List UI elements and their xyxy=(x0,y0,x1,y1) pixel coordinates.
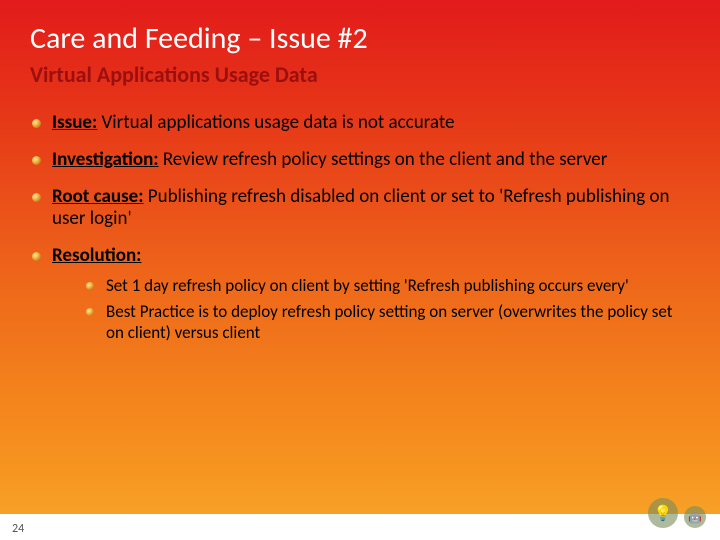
bullet-text: Publishing refresh disabled on client or… xyxy=(52,185,670,231)
corner-icons: 💡 🤖 xyxy=(648,498,706,528)
slide-title: Care and Feeding – Issue #2 xyxy=(30,20,690,57)
bottom-bar: 24 xyxy=(0,514,720,540)
bullet-label: Investigation: xyxy=(52,148,159,171)
sub-bullet-list: Set 1 day refresh policy on client by se… xyxy=(86,276,690,343)
bullet-resolution: Resolution: Set 1 day refresh policy on … xyxy=(30,245,690,343)
bullet-investigation: Investigation: Review refresh policy set… xyxy=(30,149,690,172)
bullet-label: Root cause: xyxy=(52,185,143,208)
robot-icon: 🤖 xyxy=(684,506,706,528)
page-number: 24 xyxy=(12,522,24,536)
bullet-root-cause: Root cause: Publishing refresh disabled … xyxy=(30,186,690,232)
bullet-text: Virtual applications usage data is not a… xyxy=(97,111,454,134)
sub-bullet: Best Practice is to deploy refresh polic… xyxy=(86,302,690,343)
bullet-label: Resolution: xyxy=(52,244,141,267)
bulb-icon: 💡 xyxy=(648,498,678,528)
bullet-label: Issue: xyxy=(52,111,97,134)
sub-bullet: Set 1 day refresh policy on client by se… xyxy=(86,276,690,296)
slide: Care and Feeding – Issue #2 Virtual Appl… xyxy=(0,0,720,540)
main-bullet-list: Issue: Virtual applications usage data i… xyxy=(30,112,690,343)
bullet-text: Review refresh policy settings on the cl… xyxy=(159,148,608,171)
slide-subtitle: Virtual Applications Usage Data xyxy=(30,61,690,88)
bullet-issue: Issue: Virtual applications usage data i… xyxy=(30,112,690,135)
